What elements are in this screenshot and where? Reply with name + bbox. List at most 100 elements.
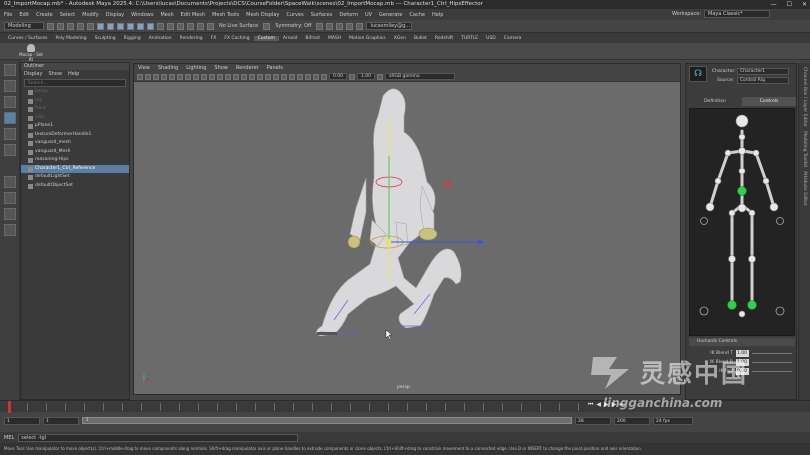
- shelf-tab[interactable]: XGen: [390, 36, 410, 41]
- ik-pull-track[interactable]: [752, 371, 792, 372]
- reference-joint[interactable]: [738, 310, 746, 318]
- shelf-tab[interactable]: Animation: [145, 36, 176, 41]
- source-dropdown[interactable]: Control Rig: [737, 77, 789, 84]
- command-input[interactable]: select -tgl: [18, 433, 299, 442]
- shelf-tab[interactable]: Curves / Surfaces: [4, 36, 52, 41]
- symmetry-dropdown[interactable]: Symmetry: Off: [275, 23, 311, 29]
- menu-help[interactable]: Help: [432, 12, 443, 18]
- left-hand-pivot-icon[interactable]: [700, 217, 708, 225]
- tab-definition[interactable]: Definition: [688, 97, 742, 106]
- vp-menu-show[interactable]: Show: [214, 64, 228, 72]
- vp-menu-panels[interactable]: Panels: [267, 64, 283, 72]
- shelf-tab[interactable]: Redshift: [431, 36, 457, 41]
- user-icon[interactable]: [356, 22, 364, 30]
- menuset-dropdown[interactable]: Modeling: [4, 22, 44, 30]
- persp-graph-layout-icon[interactable]: [3, 224, 16, 236]
- film-gate-icon[interactable]: [177, 73, 183, 80]
- viewport-panel[interactable]: View Shading Lighting Show Renderer Pane…: [133, 63, 681, 395]
- channel-box-tab[interactable]: Channel Box / Layer Editor: [802, 67, 807, 127]
- xray-joints-icon[interactable]: [313, 73, 319, 80]
- snap-grid-icon[interactable]: [167, 22, 174, 30]
- exposure-field[interactable]: 0.00: [329, 73, 347, 80]
- outliner-item[interactable]: vanguard_mesh: [21, 139, 129, 148]
- isolate-select-icon[interactable]: [297, 73, 303, 80]
- fps-dropdown[interactable]: 24 fps: [653, 416, 693, 425]
- shadows-icon[interactable]: [265, 73, 271, 80]
- menu-mesh-display[interactable]: Mesh Display: [246, 12, 279, 18]
- menu-windows[interactable]: Windows: [131, 12, 153, 18]
- shelf-tab[interactable]: MASH: [324, 36, 345, 41]
- shelf-tab[interactable]: Rigging: [120, 36, 145, 41]
- wireframe-icon[interactable]: [225, 73, 231, 80]
- command-language-label[interactable]: MEL: [4, 435, 14, 441]
- outliner-item[interactable]: pPlane1: [21, 122, 129, 131]
- menu-edit-mesh[interactable]: Edit Mesh: [181, 12, 205, 18]
- hypershade-icon[interactable]: [346, 22, 354, 30]
- menu-mesh[interactable]: Mesh: [160, 12, 173, 18]
- menu-select[interactable]: Select: [60, 12, 75, 18]
- move-tool-icon[interactable]: [3, 112, 16, 124]
- select-component-icon[interactable]: [117, 22, 124, 30]
- camera-select-icon[interactable]: [137, 73, 143, 80]
- ik-blend-r-track[interactable]: [752, 362, 792, 363]
- outliner-item[interactable]: front: [21, 105, 129, 114]
- exposure-icon[interactable]: [321, 73, 327, 80]
- persp-outliner-layout-icon[interactable]: [3, 208, 16, 220]
- resolution-gate-icon[interactable]: [185, 73, 191, 80]
- select-hierarchy-icon[interactable]: [97, 22, 104, 30]
- shelf-tab[interactable]: USD: [482, 36, 500, 41]
- right-foot-pivot-icon[interactable]: [775, 306, 785, 316]
- camera-attributes-icon[interactable]: [145, 73, 151, 80]
- maximize-button[interactable]: ☐: [787, 0, 792, 9]
- shelf-tab[interactable]: FX: [207, 36, 221, 41]
- left-ankle-effector[interactable]: [727, 300, 737, 310]
- safe-title-icon[interactable]: [217, 73, 223, 80]
- xray-icon[interactable]: [305, 73, 311, 80]
- user-account-dropdown[interactable]: lucasmiley@g...: [366, 22, 413, 30]
- ground-plane[interactable]: [317, 332, 337, 335]
- outliner-item[interactable]: defaultLightSet: [21, 173, 129, 182]
- safe-action-icon[interactable]: [209, 73, 215, 80]
- menu-mesh-tools[interactable]: Mesh Tools: [212, 12, 239, 18]
- menu-surfaces[interactable]: Surfaces: [311, 12, 333, 18]
- vp-menu-shading[interactable]: Shading: [158, 64, 178, 72]
- shelf-tab[interactable]: Motion Graphics: [345, 36, 390, 41]
- ipr-render-icon[interactable]: [326, 22, 334, 30]
- character-dropdown[interactable]: Character1: [737, 68, 789, 75]
- vp-menu-lighting[interactable]: Lighting: [186, 64, 206, 72]
- animation-end-field[interactable]: 200: [614, 416, 650, 425]
- hips-joint[interactable]: [737, 203, 747, 213]
- rotate-tool-icon[interactable]: [3, 128, 16, 140]
- attribute-editor-tab[interactable]: Attribute Editor: [802, 171, 807, 206]
- shelf-tab[interactable]: Bifrost: [301, 36, 324, 41]
- shelf-tab[interactable]: Camera: [500, 36, 526, 41]
- render-icon[interactable]: [316, 22, 324, 30]
- shelf-tab[interactable]: Arnold: [279, 36, 302, 41]
- single-perspective-layout-icon[interactable]: [3, 176, 16, 188]
- lock-selection-icon[interactable]: [157, 22, 164, 30]
- live-surface-text[interactable]: No Live Surface: [219, 23, 258, 29]
- outliner-menu-show[interactable]: Show: [48, 70, 62, 78]
- shelf-tab[interactable]: Rendering: [176, 36, 207, 41]
- wireframe-on-shaded-icon[interactable]: [241, 73, 247, 80]
- left-foot-pivot-icon[interactable]: [699, 306, 709, 316]
- use-lights-icon[interactable]: [257, 73, 263, 80]
- view-transform-dropdown[interactable]: sRGB gamma: [385, 73, 455, 80]
- live-surface-icon[interactable]: [207, 22, 214, 30]
- gamma-icon[interactable]: [349, 73, 355, 80]
- range-slider[interactable]: 1: [82, 417, 572, 424]
- shelf-tab[interactable]: TURTLE: [457, 36, 482, 41]
- menu-curves[interactable]: Curves: [286, 12, 303, 18]
- outliner-item[interactable]: side: [21, 114, 129, 123]
- shelf-tab[interactable]: Poly Modeling: [52, 36, 91, 41]
- close-button[interactable]: ✕: [802, 0, 807, 9]
- workspace-dropdown[interactable]: Maya Classic*: [704, 10, 770, 18]
- grid-icon[interactable]: [169, 73, 175, 80]
- step-back-icon[interactable]: ◀: [596, 401, 601, 409]
- outliner-item[interactable]: reasoning:Hips: [21, 156, 129, 165]
- mask-joint-icon[interactable]: [127, 22, 134, 30]
- smooth-shade-icon[interactable]: [233, 73, 239, 80]
- outliner-item[interactable]: defaultObjectSet: [21, 182, 129, 191]
- outliner-item[interactable]: vanguard_Mesh: [21, 148, 129, 157]
- mask-surface-icon[interactable]: [147, 22, 154, 30]
